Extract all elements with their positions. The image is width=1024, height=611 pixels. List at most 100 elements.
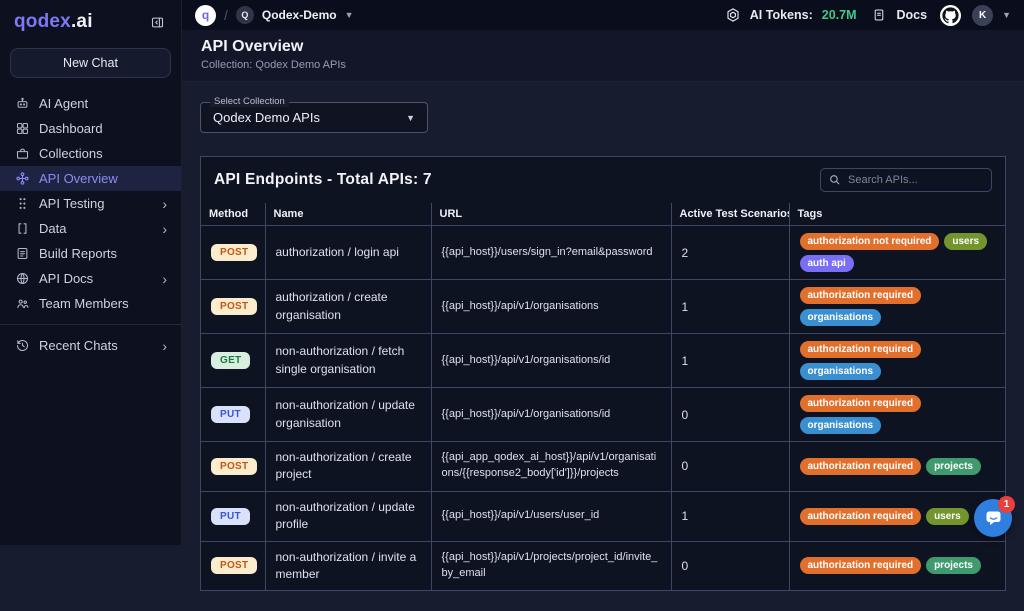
project-chevron-down-icon[interactable]: ▼: [345, 10, 354, 20]
tags-wrap: authorization requiredusers: [800, 508, 996, 525]
tag-pill: authorization required: [800, 287, 922, 304]
collection-select-label: Select Collection: [210, 96, 289, 107]
name-cell: non-authorization / fetch single organis…: [265, 334, 431, 388]
main-area: q / Q Qodex-Demo ▼ AI Tokens: 20.7M Docs…: [182, 0, 1024, 545]
method-cell: POST: [201, 226, 265, 280]
table-row[interactable]: PUT non-authorization / update organisat…: [201, 388, 1005, 442]
tag-pill: authorization required: [800, 458, 922, 475]
sidebar-item-label: API Docs: [39, 272, 93, 285]
sidebar-item-data[interactable]: Data ›: [0, 216, 181, 241]
project-name[interactable]: Qodex-Demo: [262, 8, 337, 22]
scenarios-cell: 1: [671, 334, 789, 388]
table-row[interactable]: GET non-authorization / fetch single org…: [201, 334, 1005, 388]
sidebar-collapse-icon[interactable]: [150, 14, 167, 31]
scenarios-cell: 1: [671, 491, 789, 541]
user-menu-chevron-down-icon[interactable]: ▼: [1002, 10, 1011, 20]
tags-wrap: authorization requiredprojects: [800, 557, 996, 574]
sidebar-item-api-overview[interactable]: API Overview ›: [0, 166, 181, 191]
ai-tokens-icon: [725, 7, 741, 23]
new-chat-button[interactable]: New Chat: [10, 48, 171, 78]
recent-chats-icon: [14, 338, 30, 354]
sidebar-item-label: API Testing: [39, 197, 105, 210]
sidebar-item-label: Team Members: [39, 297, 129, 310]
sidebar-item-collections[interactable]: Collections ›: [0, 141, 181, 166]
tag-pill: projects: [926, 557, 981, 574]
chevron-right-icon: ›: [162, 197, 167, 211]
chat-launcher-button[interactable]: 1: [974, 499, 1012, 537]
scenarios-cell: 2: [671, 226, 789, 280]
breadcrumb-separator: /: [224, 7, 228, 23]
project-avatar[interactable]: Q: [236, 6, 254, 24]
tag-pill: auth api: [800, 255, 854, 272]
qodex-logo: qodex.ai: [14, 11, 93, 33]
topbar-actions: AI Tokens: 20.7M Docs K ▼: [725, 5, 1011, 26]
table-row[interactable]: PUT non-authorization / update profile {…: [201, 491, 1005, 541]
url-cell: {{api_host}}/users/sign_in?email&passwor…: [431, 226, 671, 280]
endpoints-title: API Endpoints - Total APIs: 7: [214, 171, 432, 189]
tags-cell: authorization requiredusers: [789, 491, 1005, 541]
column-header: Tags: [789, 203, 1005, 226]
tag-pill: users: [926, 508, 969, 525]
method-cell: PUT: [201, 388, 265, 442]
column-header: URL: [431, 203, 671, 226]
workspace-avatar[interactable]: q: [195, 5, 216, 26]
tag-pill: organisations: [800, 363, 882, 380]
search-icon: [828, 173, 841, 186]
app-root: qodex.ai New Chat AI Agent › Dashboard ›…: [0, 0, 1024, 545]
sidebar-item-label: Recent Chats: [39, 339, 118, 352]
sidebar-item-label: AI Agent: [39, 97, 88, 110]
ai-tokens-label: AI Tokens:: [750, 8, 813, 22]
method-cell: GET: [201, 334, 265, 388]
tag-pill: authorization not required: [800, 233, 940, 250]
sidebar-item-label: API Overview: [39, 172, 118, 185]
sidebar-item-dashboard[interactable]: Dashboard ›: [0, 116, 181, 141]
sidebar-item-label: Data: [39, 222, 66, 235]
url-cell: {{api_app_qodex_ai_host}}/api/v1/organis…: [431, 442, 671, 492]
tag-pill: authorization required: [800, 341, 922, 358]
chevron-right-icon: ›: [162, 272, 167, 286]
search-input[interactable]: [820, 168, 992, 192]
tag-pill: authorization required: [800, 557, 922, 574]
sidebar-item-label: Build Reports: [39, 247, 117, 260]
tags-wrap: authorization requiredorganisations: [800, 287, 996, 326]
table-row[interactable]: POST authorization / create organisation…: [201, 280, 1005, 334]
api-testing-icon: [14, 196, 30, 212]
name-cell: non-authorization / update organisation: [265, 388, 431, 442]
method-badge: PUT: [211, 508, 250, 525]
method-badge: PUT: [211, 406, 250, 423]
collections-icon: [14, 146, 30, 162]
docs-link[interactable]: Docs: [897, 8, 928, 22]
tags-wrap: authorization required organisations: [800, 395, 996, 434]
sidebar-item-team-members[interactable]: Team Members ›: [0, 291, 181, 316]
sidebar-item-api-docs[interactable]: API Docs ›: [0, 266, 181, 291]
tag-pill: authorization required: [800, 395, 922, 412]
content: Select Collection Qodex Demo APIs ▼ API …: [182, 82, 1024, 611]
api-docs-icon: [14, 271, 30, 287]
tags-cell: authorization not requiredusersauth api: [789, 226, 1005, 280]
method-cell: POST: [201, 442, 265, 492]
table-row[interactable]: POST non-authorization / create project …: [201, 442, 1005, 492]
column-header: Active Test Scenarios: [671, 203, 789, 226]
scenarios-cell: 0: [671, 442, 789, 492]
tag-pill: organisations: [800, 417, 882, 434]
github-icon[interactable]: [940, 5, 961, 26]
sidebar-item-api-testing[interactable]: API Testing ›: [0, 191, 181, 216]
name-cell: authorization / create organisation: [265, 280, 431, 334]
collection-select[interactable]: Select Collection Qodex Demo APIs ▼: [200, 102, 428, 133]
table-row[interactable]: POST authorization / login api {{api_hos…: [201, 226, 1005, 280]
endpoints-table: MethodNameURLActive Test ScenariosTags P…: [201, 203, 1005, 590]
team-members-icon: [14, 296, 30, 312]
method-badge: POST: [211, 557, 257, 574]
user-avatar[interactable]: K: [972, 5, 993, 26]
method-badge: POST: [211, 244, 257, 261]
method-cell: POST: [201, 280, 265, 334]
data-brackets-icon: [14, 221, 30, 237]
sidebar-item-ai-agent[interactable]: AI Agent ›: [0, 91, 181, 116]
sidebar-item-recent-chats[interactable]: Recent Chats ›: [0, 333, 181, 358]
table-row[interactable]: POST non-authorization / invite a member…: [201, 541, 1005, 590]
endpoints-table-head-row: MethodNameURLActive Test ScenariosTags: [201, 203, 1005, 226]
tags-cell: authorization requiredorganisations: [789, 280, 1005, 334]
method-cell: POST: [201, 541, 265, 590]
docs-file-icon[interactable]: [872, 7, 888, 23]
sidebar-item-build-reports[interactable]: Build Reports ›: [0, 241, 181, 266]
